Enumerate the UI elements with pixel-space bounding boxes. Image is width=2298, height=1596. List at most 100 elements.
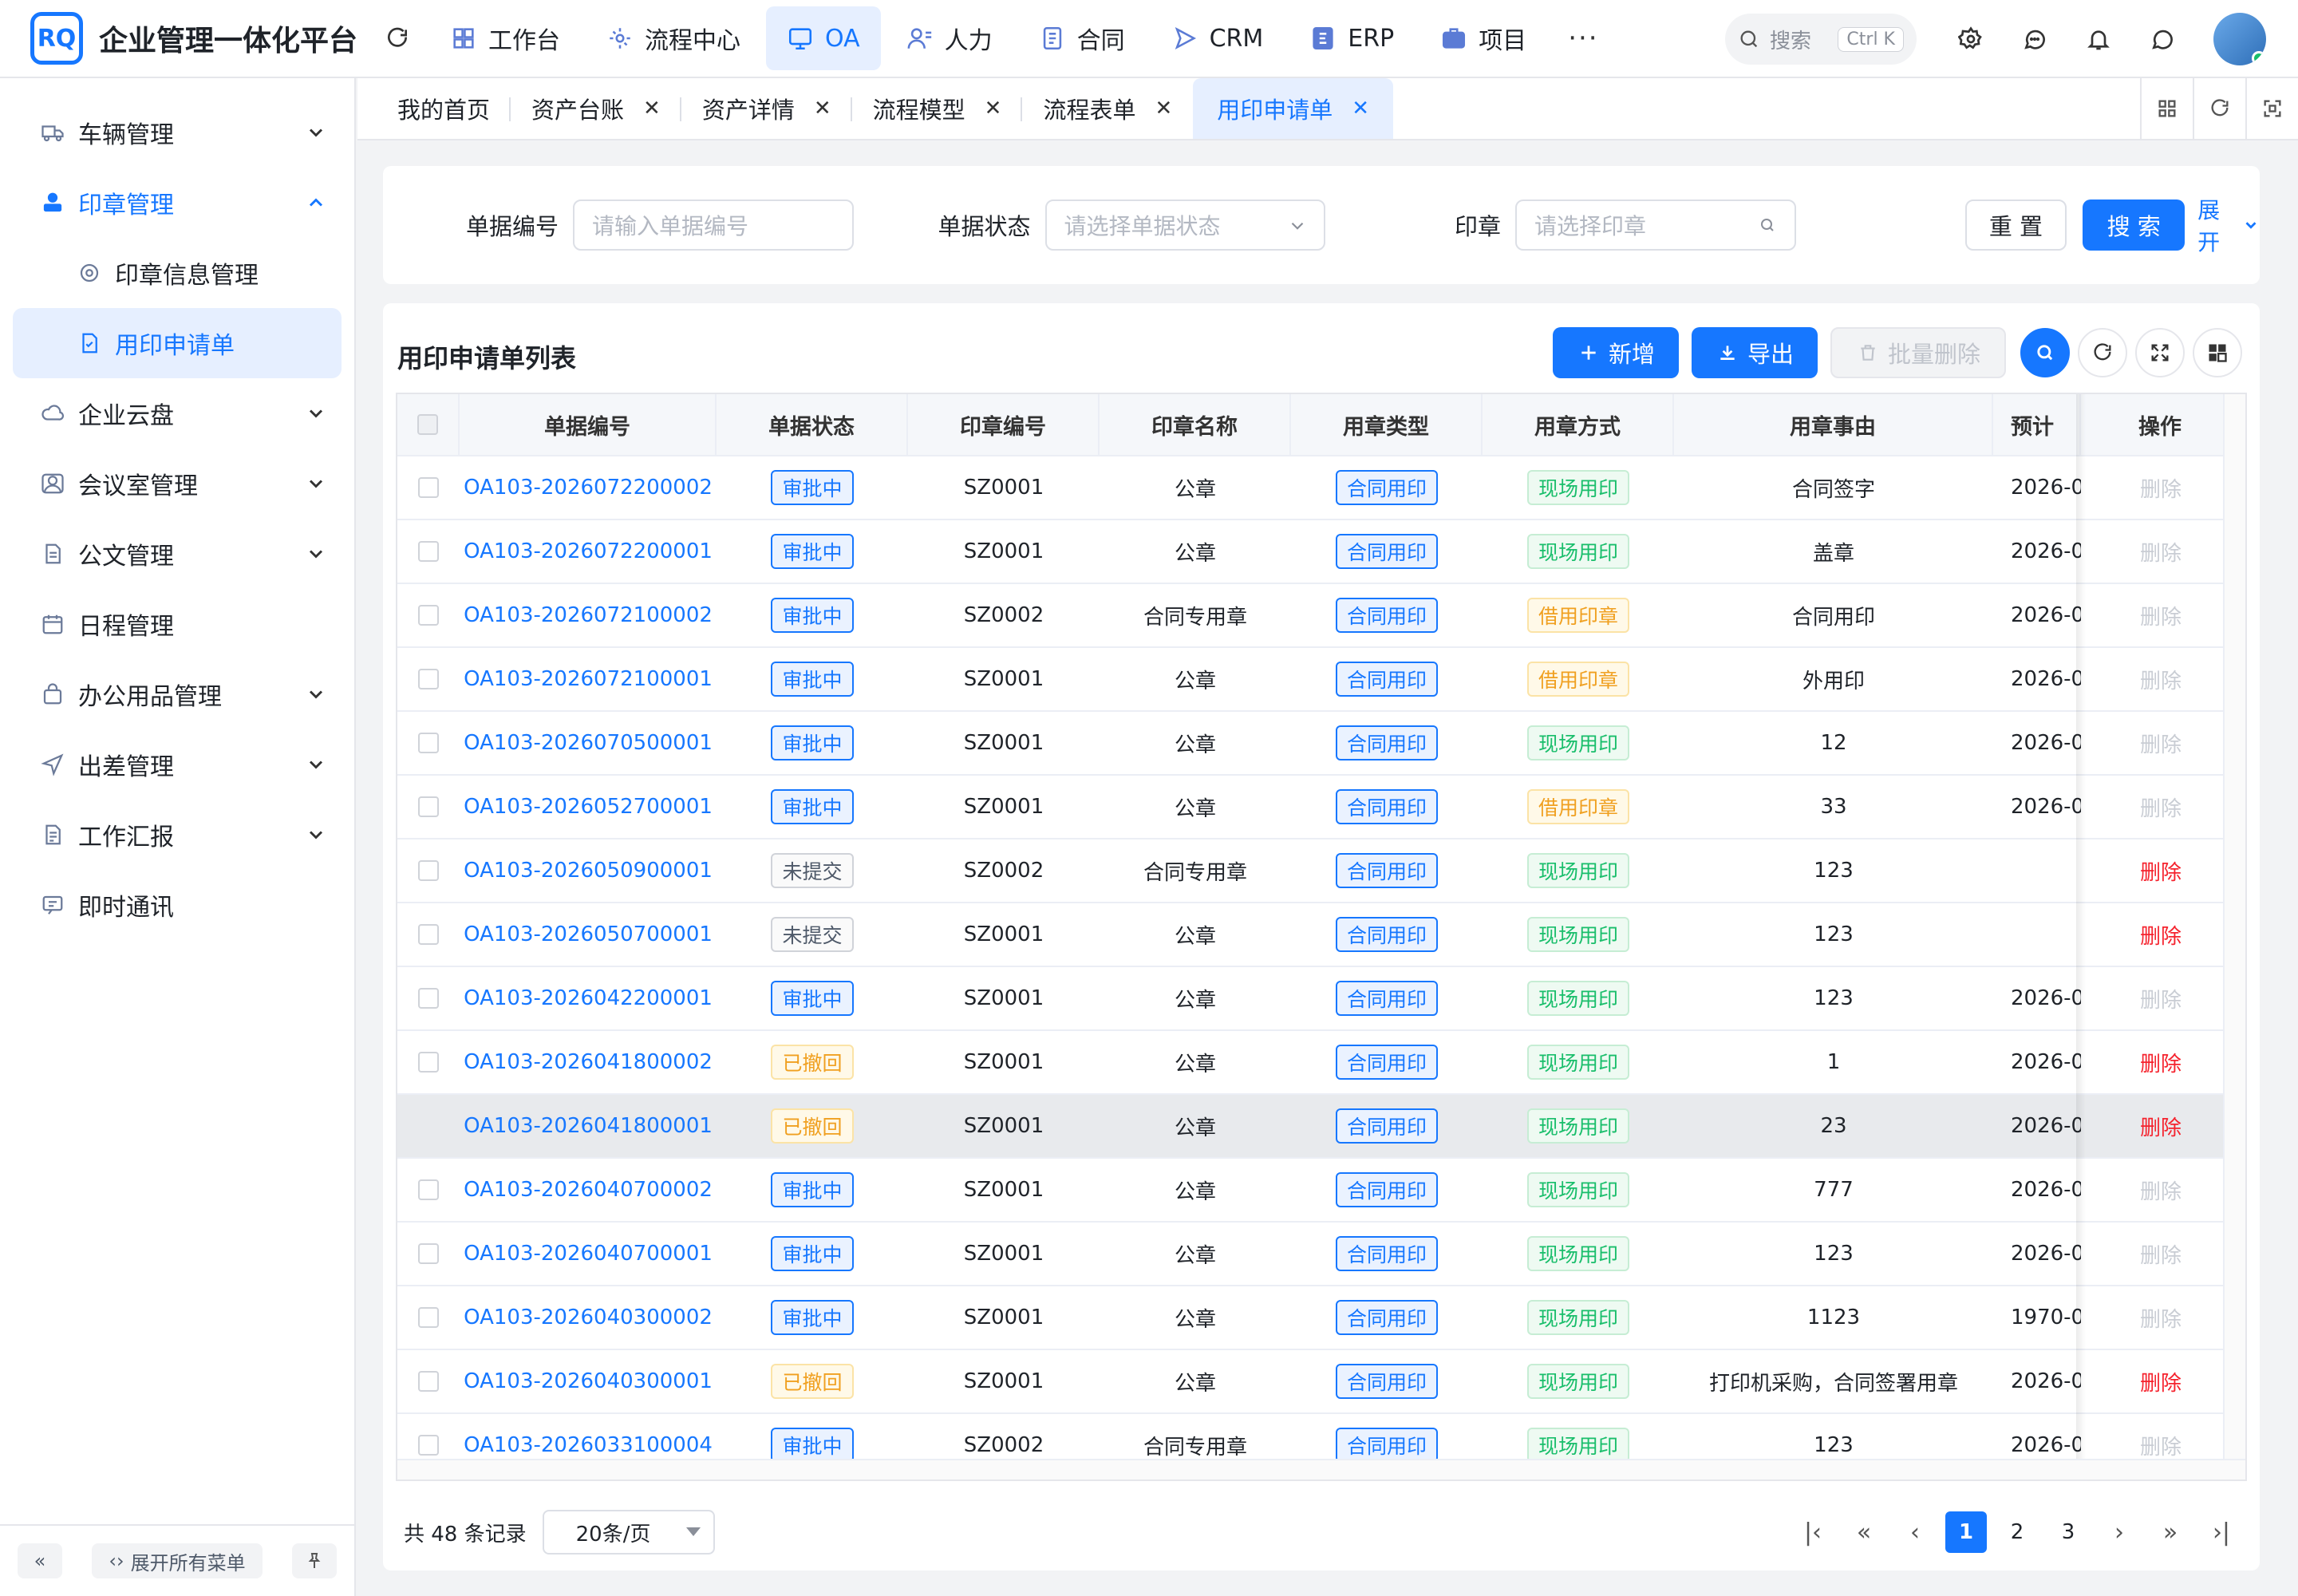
prev-page-icon[interactable]: ‹ (1894, 1511, 1936, 1553)
row-select-cell[interactable] (397, 1350, 460, 1412)
add-button[interactable]: 新增 (1552, 327, 1679, 378)
table-row[interactable]: OA103-2026042200001 审批中 SZ0001 公章 合同用印 现场用印 12… (397, 967, 2245, 1031)
row-checkbox[interactable] (418, 1307, 439, 1328)
first-page-icon[interactable]: |‹ (1792, 1511, 1834, 1553)
row-select-cell[interactable] (397, 1223, 460, 1285)
row-select-cell[interactable] (397, 584, 460, 646)
horizontal-scrollbar[interactable] (397, 1459, 2245, 1479)
doc-no-cell[interactable]: OA103-2026040300002 (460, 1286, 717, 1349)
doc-no-cell[interactable]: OA103-2026050700001 (460, 903, 717, 966)
more-menu-icon[interactable]: ··· (1568, 22, 1598, 54)
page-button[interactable]: 1 (1945, 1511, 1987, 1553)
doc-no-link[interactable]: OA103-2026050900001 (464, 859, 713, 883)
row-checkbox[interactable] (418, 733, 439, 753)
doc-no-cell[interactable]: OA103-2026072200001 (460, 520, 717, 583)
sidebar-item-2[interactable]: 印章信息管理 (13, 238, 342, 308)
row-checkbox[interactable] (418, 1179, 439, 1200)
table-row[interactable]: OA103-2026072200002 审批中 SZ0001 公章 合同用印 现场用印 合同… (397, 456, 2245, 520)
doc-no-cell[interactable]: OA103-2026040700001 (460, 1223, 717, 1285)
topnav-item-1[interactable]: 流程中心 (586, 6, 761, 70)
sidebar-item-8[interactable]: 办公用品管理 (13, 659, 342, 729)
close-icon[interactable]: ✕ (985, 97, 1002, 120)
row-select-cell[interactable] (397, 1095, 460, 1157)
close-icon[interactable]: ✕ (814, 97, 831, 120)
export-button[interactable]: 导出 (1691, 327, 1818, 378)
row-checkbox[interactable] (418, 1435, 439, 1456)
close-icon[interactable]: ✕ (1155, 97, 1172, 120)
pin-icon[interactable] (292, 1543, 337, 1578)
app-logo[interactable]: RQ 企业管理一体化平台 (30, 12, 357, 65)
doc-no-link[interactable]: OA103-2026041800002 (464, 1050, 713, 1074)
doc-no-link[interactable]: OA103-2026072100002 (464, 603, 713, 627)
tab-0[interactable]: 我的首页 (377, 78, 511, 139)
sidebar-item-11[interactable]: 即时通讯 (13, 870, 342, 940)
toggle-search-icon[interactable] (2020, 328, 2070, 377)
row-checkbox[interactable] (418, 796, 439, 817)
delete-button[interactable]: 删除 (2140, 1367, 2182, 1396)
topnav-item-6[interactable]: ERP (1289, 6, 1415, 70)
table-row[interactable]: OA103-2026040700001 审批中 SZ0001 公章 合同用印 现场用印 12… (397, 1223, 2245, 1286)
row-select-cell[interactable] (397, 967, 460, 1029)
delete-button[interactable]: 删除 (2140, 856, 2182, 886)
collapse-sidebar-button[interactable]: « (18, 1543, 62, 1578)
doc-no-link[interactable]: OA103-2026041800001 (464, 1114, 713, 1138)
next-page-icon[interactable]: › (2099, 1511, 2140, 1553)
row-checkbox[interactable] (418, 477, 439, 498)
seal-select[interactable]: 请选择印章 (1515, 200, 1796, 251)
table-row[interactable]: OA103-2026070500001 审批中 SZ0001 公章 合同用印 现场用印 12… (397, 712, 2245, 776)
next-group-icon[interactable]: » (2150, 1511, 2191, 1553)
settings-gear-icon[interactable] (1939, 7, 2003, 71)
doc-no-input[interactable]: 请输入单据编号 (573, 200, 854, 251)
expand-all-menus-button[interactable]: ‹› 展开所有菜单 (92, 1543, 263, 1578)
select-all-cell[interactable] (397, 394, 460, 455)
sidebar-item-4[interactable]: 企业云盘 (13, 378, 342, 448)
expand-table-icon[interactable] (2135, 328, 2185, 377)
sidebar-item-9[interactable]: 出差管理 (13, 729, 342, 800)
close-icon[interactable]: ✕ (1352, 97, 1369, 120)
last-page-icon[interactable]: ›| (2201, 1511, 2242, 1553)
row-select-cell[interactable] (397, 648, 460, 710)
doc-no-link[interactable]: OA103-2026040300002 (464, 1306, 713, 1329)
bell-icon[interactable] (2067, 7, 2130, 71)
sidebar-item-10[interactable]: 工作汇报 (13, 800, 342, 870)
table-row[interactable]: OA103-2026072200001 审批中 SZ0001 公章 合同用印 现场用印 盖章… (397, 520, 2245, 584)
doc-no-cell[interactable]: OA103-2026072200002 (460, 456, 717, 519)
doc-no-cell[interactable]: OA103-2026042200001 (460, 967, 717, 1029)
col-header-type[interactable]: 用章类型 (1291, 394, 1483, 455)
sidebar-item-7[interactable]: 日程管理 (13, 589, 342, 659)
table-row[interactable]: OA103-2026041800002 已撤回 SZ0001 公章 合同用印 现场用印 1 2… (397, 1031, 2245, 1095)
table-row[interactable]: OA103-2026040300001 已撤回 SZ0001 公章 合同用印 现场用印 打印… (397, 1350, 2245, 1414)
doc-no-link[interactable]: OA103-2026052700001 (464, 795, 713, 819)
vertical-scrollbar[interactable] (2223, 394, 2245, 1479)
doc-no-link[interactable]: OA103-2026033100004 (464, 1433, 713, 1457)
row-select-cell[interactable] (397, 520, 460, 583)
row-checkbox[interactable] (418, 1243, 439, 1264)
doc-no-cell[interactable]: OA103-2026040700002 (460, 1159, 717, 1221)
delete-button[interactable]: 删除 (2140, 1112, 2182, 1141)
row-select-cell[interactable] (397, 839, 460, 902)
page-button[interactable]: 2 (1996, 1511, 2038, 1553)
tab-5[interactable]: 用印申请单 ✕ (1193, 78, 1394, 139)
refresh-icon[interactable] (373, 14, 421, 62)
delete-button[interactable]: 删除 (2140, 920, 2182, 950)
reset-button[interactable]: 重 置 (1964, 200, 2067, 251)
page-size-select[interactable]: 20条/页 (542, 1510, 715, 1555)
doc-no-link[interactable]: OA103-2026040300001 (464, 1369, 713, 1393)
row-select-cell[interactable] (397, 1286, 460, 1349)
row-checkbox[interactable] (418, 988, 439, 1009)
row-select-cell[interactable] (397, 1159, 460, 1221)
table-row[interactable]: OA103-2026052700001 审批中 SZ0001 公章 合同用印 借用印章 33… (397, 776, 2245, 839)
col-header-method[interactable]: 用章方式 (1483, 394, 1674, 455)
topnav-item-4[interactable]: 合同 (1018, 6, 1146, 70)
doc-no-cell[interactable]: OA103-2026041800002 (460, 1031, 717, 1093)
table-row[interactable]: OA103-2026041800001 已撤回 SZ0001 公章 合同用印 现场用印 23… (397, 1095, 2245, 1159)
row-select-cell[interactable] (397, 776, 460, 838)
column-settings-icon[interactable] (2193, 328, 2242, 377)
doc-no-link[interactable]: OA103-2026050700001 (464, 922, 713, 946)
col-header-status[interactable]: 单据状态 (717, 394, 908, 455)
doc-no-cell[interactable]: OA103-2026052700001 (460, 776, 717, 838)
refresh-table-icon[interactable] (2078, 328, 2127, 377)
doc-no-cell[interactable]: OA103-2026050900001 (460, 839, 717, 902)
row-checkbox[interactable] (418, 669, 439, 689)
doc-no-cell[interactable]: OA103-2026072100001 (460, 648, 717, 710)
